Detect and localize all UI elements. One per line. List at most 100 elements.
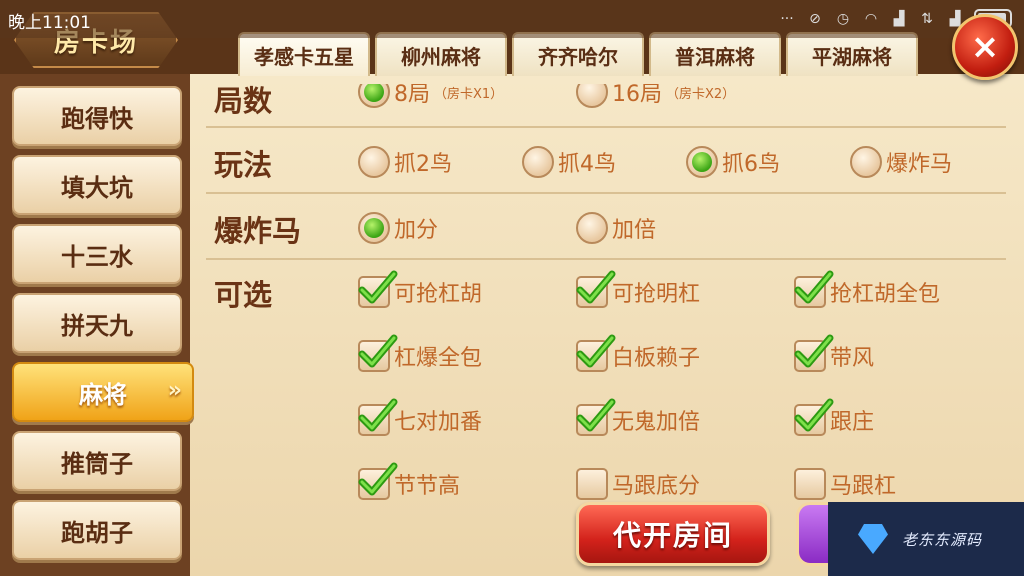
option-label: 爆炸马 (886, 152, 953, 177)
rounds-option-8[interactable]: 8局 （房卡X1） (358, 84, 503, 108)
sidebar-item-label: 麻将 (79, 380, 127, 409)
option-label: 马跟底分 (612, 474, 701, 499)
rounds-label: 局数 (214, 84, 273, 118)
checkbox-checked-icon (358, 398, 398, 436)
radio-selected-icon (358, 212, 390, 244)
option-label: 白板赖子 (612, 346, 701, 371)
sidebar-item-paodekuai[interactable]: 跑得快 (12, 86, 182, 146)
option-label: 节节高 (394, 474, 461, 499)
sidebar-item-tiandakeng[interactable]: 填大坑 (12, 155, 182, 215)
checkbox-checked-icon (576, 270, 616, 308)
optional-checkbox-item[interactable]: 无鬼加倍 (576, 398, 701, 436)
option-label: 可抢杠胡 (394, 282, 483, 307)
sidebar-item-tuitongzi[interactable]: 推筒子 (12, 431, 182, 491)
sidebar-item-mahjong[interactable]: 麻将 » (12, 362, 194, 422)
checkbox-checked-icon (794, 270, 834, 308)
bomb-option-add[interactable]: 加分 (358, 212, 438, 244)
optional-checkbox-item[interactable]: 马跟杠 (794, 468, 896, 500)
sidebar-item-label: 填大坑 (61, 173, 133, 202)
tab-xiaogan[interactable]: 孝感卡五星 (238, 32, 370, 76)
optional-checkbox-item[interactable]: 白板赖子 (576, 334, 701, 372)
option-label: 加分 (394, 218, 439, 243)
checkbox-checked-icon (794, 334, 834, 372)
more-icon: ··· (780, 10, 794, 27)
play-option-6[interactable]: 抓6鸟 (686, 146, 780, 178)
radio-icon (850, 146, 882, 178)
option-label: 抓4鸟 (558, 152, 616, 177)
sidebar-item-label: 跑得快 (61, 104, 133, 133)
play-option-2[interactable]: 抓2鸟 (358, 146, 452, 178)
sidebar-item-label: 跑胡子 (61, 518, 133, 547)
option-label: 8局 (394, 84, 430, 107)
checkbox-checked-icon (576, 398, 616, 436)
tab-liuzhou[interactable]: 柳州麻将 (375, 32, 507, 76)
option-label: 无鬼加倍 (612, 410, 701, 435)
optional-checkbox-item[interactable]: 可抢杠胡 (358, 270, 483, 308)
option-label: 抓2鸟 (394, 152, 452, 177)
option-label: 加倍 (612, 218, 657, 243)
diamond-icon (858, 524, 888, 554)
optional-checkbox-item[interactable]: 可抢明杠 (576, 270, 701, 308)
alarm-icon: ◷ (836, 10, 850, 27)
sidebar-item-paohuzi[interactable]: 跑胡子 (12, 500, 182, 560)
tab-puer[interactable]: 普洱麻将 (649, 32, 781, 76)
settings-panel: 局数 8局 （房卡X1） 16局 （房卡X2） 玩法 抓2鸟 抓4鸟 抓6鸟 爆 (186, 74, 1024, 576)
option-label: 可抢明杠 (612, 282, 701, 307)
signal-icon: ▟ (893, 10, 905, 27)
radio-selected-icon (686, 146, 718, 178)
play-mode-label: 玩法 (214, 148, 273, 182)
radio-icon (576, 84, 608, 108)
sidebar-item-label: 推筒子 (61, 449, 133, 478)
status-time: 晚上11:01 (8, 13, 91, 33)
checkbox-icon (794, 468, 826, 500)
optional-checkbox-item[interactable]: 跟庄 (794, 398, 875, 436)
option-label: 16局 (612, 84, 662, 107)
watermark-logo: 老东东源码 (828, 502, 1024, 576)
game-tabs: 孝感卡五星 柳州麻将 齐齐哈尔 普洱麻将 平湖麻将 (238, 32, 923, 76)
chevron-right-icon: » (167, 378, 182, 403)
optional-checkbox-item[interactable]: 抢杠胡全包 (794, 270, 941, 308)
rounds-option-16[interactable]: 16局 （房卡X2） (576, 84, 735, 108)
tab-pinghu[interactable]: 平湖麻将 (786, 32, 918, 76)
play-option-bomb[interactable]: 爆炸马 (850, 146, 952, 178)
option-label: 抢杠胡全包 (830, 282, 941, 307)
close-button[interactable]: × (952, 14, 1018, 80)
checkbox-checked-icon (576, 334, 616, 372)
row-divider (206, 258, 1006, 260)
option-label: 马跟杠 (830, 474, 897, 499)
checkbox-checked-icon (358, 462, 398, 500)
checkbox-icon (576, 468, 608, 500)
radio-selected-icon (358, 84, 390, 108)
mute-icon: ⊘ (809, 10, 821, 27)
option-label: 带风 (830, 346, 875, 371)
sidebar-item-shisanshui[interactable]: 十三水 (12, 224, 182, 284)
radio-icon (358, 146, 390, 178)
create-room-label: 代开房间 (612, 519, 733, 552)
row-divider (206, 192, 1006, 194)
play-option-4[interactable]: 抓4鸟 (522, 146, 616, 178)
bomb-option-double[interactable]: 加倍 (576, 212, 656, 244)
checkbox-checked-icon (358, 334, 398, 372)
bomb-horse-label: 爆炸马 (214, 214, 302, 248)
option-sub-label: （房卡X1） (434, 86, 504, 102)
settings-scroll-area[interactable]: 局数 8局 （房卡X1） 16局 （房卡X2） 玩法 抓2鸟 抓4鸟 抓6鸟 爆 (186, 84, 1024, 560)
sidebar-item-pintianjiu[interactable]: 拼天九 (12, 293, 182, 353)
sidebar: 跑得快 填大坑 十三水 拼天九 麻将 » 推筒子 跑胡子 (0, 74, 194, 576)
create-room-button[interactable]: 代开房间 (576, 502, 770, 566)
optional-checkbox-item[interactable]: 杠爆全包 (358, 334, 482, 372)
option-sub-label: （房卡X2） (666, 86, 736, 102)
sidebar-item-label: 十三水 (61, 242, 133, 271)
optional-checkbox-item[interactable]: 马跟底分 (576, 468, 700, 500)
optional-checkbox-item[interactable]: 节节高 (358, 462, 461, 500)
checkbox-checked-icon (358, 270, 398, 308)
optional-label: 可选 (214, 278, 273, 312)
tab-qiqihar[interactable]: 齐齐哈尔 (512, 32, 644, 76)
optional-checkbox-item[interactable]: 七对加番 (358, 398, 483, 436)
option-label: 抓6鸟 (722, 152, 780, 177)
option-label: 跟庄 (830, 410, 875, 435)
close-icon: × (970, 27, 1000, 67)
option-label: 七对加番 (394, 410, 483, 435)
checkbox-checked-icon (794, 398, 834, 436)
optional-checkbox-item[interactable]: 带风 (794, 334, 875, 372)
data-icon: ⇅ (921, 10, 933, 27)
